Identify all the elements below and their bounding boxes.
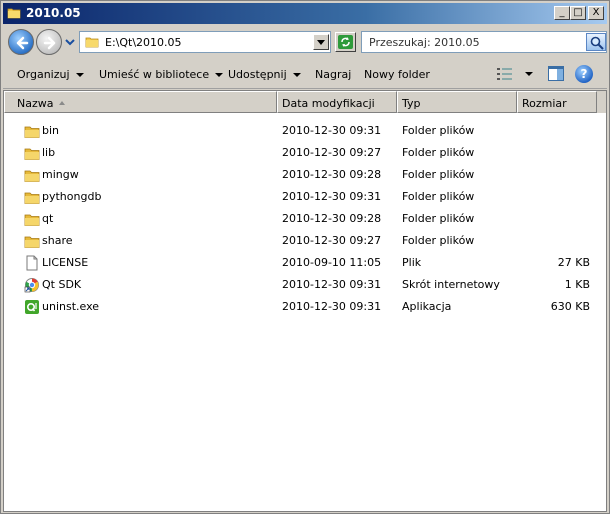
- column-header-name[interactable]: Nazwa: [4, 91, 277, 113]
- file-type: Folder plików: [402, 234, 475, 247]
- file-row[interactable]: lib 2010-12-30 09:27 Folder plików: [4, 142, 606, 164]
- title-bar[interactable]: 2010.05 _ □ X: [3, 3, 607, 24]
- folder-icon: [7, 8, 21, 19]
- new-folder-button[interactable]: Nowy folder: [364, 68, 430, 81]
- file-type: Folder plików: [402, 146, 475, 159]
- file-name: LICENSE: [42, 256, 89, 269]
- file-date: 2010-09-10 11:05: [282, 256, 382, 269]
- folder-icon: [85, 37, 99, 48]
- file-date: 2010-12-30 09:31: [282, 300, 382, 313]
- file-row[interactable]: pythongdb 2010-12-30 09:31 Folder plików: [4, 186, 606, 208]
- folder-icon: [24, 192, 40, 204]
- file-icon: [26, 255, 38, 271]
- organize-label: Organizuj: [17, 68, 70, 81]
- file-date: 2010-12-30 09:28: [282, 168, 382, 181]
- folder-icon: [24, 236, 40, 248]
- burn-button[interactable]: Nagraj: [315, 68, 351, 81]
- address-dropdown-button[interactable]: [313, 34, 329, 50]
- view-dropdown-icon[interactable]: [525, 72, 533, 76]
- file-type: Folder plików: [402, 190, 475, 203]
- include-in-library-label: Umieść w bibliotece: [99, 68, 210, 81]
- file-type: Folder plików: [402, 212, 475, 225]
- file-date: 2010-12-30 09:31: [282, 124, 382, 137]
- recent-pages-dropdown-icon[interactable]: [65, 38, 75, 46]
- file-row[interactable]: Qt SDK 2010-12-30 09:31 Skrót internetowy 1…: [4, 274, 606, 296]
- forward-arrow-icon: [43, 36, 56, 50]
- search-input[interactable]: Przeszukaj: 2010.05: [361, 31, 607, 53]
- folder-icon: [24, 148, 40, 160]
- file-row[interactable]: uninst.exe 2010-12-30 09:31 Aplikacja 630 K…: [4, 296, 606, 318]
- file-row[interactable]: bin 2010-12-30 09:31 Folder plików: [4, 120, 606, 142]
- file-type: Folder plików: [402, 168, 475, 181]
- file-name: mingw: [42, 168, 79, 181]
- file-row[interactable]: mingw 2010-12-30 09:28 Folder plików: [4, 164, 606, 186]
- command-bar: Organizuj Umieść w bibliotece Udostępnij…: [3, 60, 607, 89]
- file-type: Plik: [402, 256, 422, 269]
- file-row[interactable]: LICENSE 2010-09-10 11:05 Plik 27 KB: [4, 252, 606, 274]
- file-size: 630 KB: [550, 300, 590, 313]
- file-row[interactable]: qt 2010-12-30 09:28 Folder plików: [4, 208, 606, 230]
- qt-app-icon: [25, 300, 39, 314]
- chevron-down-icon: [292, 73, 301, 77]
- search-placeholder: Przeszukaj: 2010.05: [369, 36, 480, 49]
- chevron-down-icon: [317, 40, 325, 45]
- column-header-size[interactable]: Rozmiar: [517, 91, 597, 113]
- sort-ascending-icon: [59, 101, 65, 105]
- forward-button[interactable]: [36, 29, 62, 55]
- back-button[interactable]: [8, 29, 34, 55]
- file-date: 2010-12-30 09:31: [282, 190, 382, 203]
- preview-pane-icon[interactable]: [548, 66, 564, 81]
- search-icon: [590, 36, 604, 50]
- window-title: 2010.05: [26, 6, 81, 20]
- file-date: 2010-12-30 09:27: [282, 146, 382, 159]
- folder-icon: [24, 126, 40, 138]
- minimize-button[interactable]: _: [554, 6, 570, 20]
- column-name-label: Nazwa: [17, 97, 54, 110]
- file-name: Qt SDK: [42, 278, 82, 291]
- chevron-down-icon: [215, 73, 224, 77]
- file-date: 2010-12-30 09:28: [282, 212, 382, 225]
- refresh-icon: [338, 35, 353, 49]
- close-button[interactable]: X: [588, 6, 604, 20]
- file-size: 27 KB: [557, 256, 590, 269]
- file-name: uninst.exe: [42, 300, 100, 313]
- file-date: 2010-12-30 09:27: [282, 234, 382, 247]
- share-menu[interactable]: Udostępnij: [228, 68, 301, 81]
- file-type: Folder plików: [402, 124, 475, 137]
- file-list: Nazwa Data modyfikacji Typ Rozmiar bin 20…: [3, 90, 607, 512]
- file-name: pythongdb: [42, 190, 102, 203]
- file-type: Aplikacja: [402, 300, 452, 313]
- address-field[interactable]: E:\Qt\2010.05: [79, 31, 331, 53]
- file-type: Skrót internetowy: [402, 278, 500, 291]
- column-header-row: Nazwa Data modyfikacji Typ Rozmiar: [4, 91, 606, 113]
- file-name: share: [42, 234, 73, 247]
- chevron-down-icon: [75, 73, 84, 77]
- file-size: 1 KB: [564, 278, 590, 291]
- share-label: Udostępnij: [228, 68, 287, 81]
- address-path: E:\Qt\2010.05: [105, 36, 182, 49]
- file-name: bin: [42, 124, 60, 137]
- folder-icon: [24, 170, 40, 182]
- column-header-type[interactable]: Typ: [397, 91, 517, 113]
- file-name: qt: [42, 212, 54, 225]
- column-header-date[interactable]: Data modyfikacji: [277, 91, 397, 113]
- help-icon[interactable]: ?: [575, 65, 593, 83]
- internet-shortcut-icon: [24, 278, 39, 293]
- file-row[interactable]: share 2010-12-30 09:27 Folder plików: [4, 230, 606, 252]
- explorer-window: 2010.05 _ □ X E:\Qt\2010.05 Przeszukaj: …: [0, 0, 610, 514]
- view-options-icon[interactable]: [497, 67, 513, 81]
- maximize-button[interactable]: □: [570, 6, 586, 20]
- back-arrow-icon: [16, 36, 29, 50]
- file-date: 2010-12-30 09:31: [282, 278, 382, 291]
- refresh-button[interactable]: [335, 32, 356, 52]
- folder-icon: [24, 214, 40, 226]
- include-in-library-menu[interactable]: Umieść w bibliotece: [99, 68, 224, 81]
- file-name: lib: [42, 146, 56, 159]
- address-bar-area: E:\Qt\2010.05 Przeszukaj: 2010.05: [3, 26, 607, 58]
- organize-menu[interactable]: Organizuj: [17, 68, 84, 81]
- search-button[interactable]: [586, 33, 606, 51]
